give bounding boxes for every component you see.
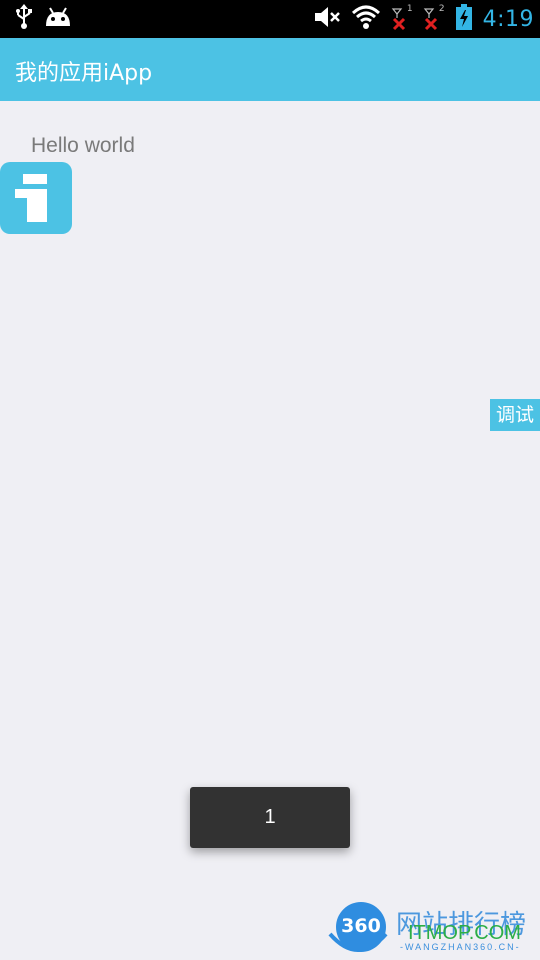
debug-button[interactable]: 调试 <box>490 399 540 431</box>
toast-message: 1 <box>190 787 350 848</box>
sim2-label: 2 <box>438 4 445 14</box>
sim2-no-signal-icon: 2 <box>423 4 445 33</box>
watermark-360-badge: 360 <box>336 902 386 952</box>
app-bar: 我的应用iApp <box>0 38 540 101</box>
status-notifications <box>14 4 72 34</box>
iapp-logo-icon <box>15 174 47 222</box>
hello-text: Hello world <box>31 134 135 157</box>
sim1-label: 1 <box>406 4 413 14</box>
mute-icon <box>313 5 341 33</box>
sim1-no-signal-icon: 1 <box>391 4 413 33</box>
status-bar: 1 2 4:19 <box>0 0 540 38</box>
android-icon <box>44 6 72 32</box>
watermark-url: -WANGZHAN360.CN- <box>400 942 521 952</box>
watermark-logo: 360 网站排行榜 ITMOP.COM -WANGZHAN360.CN- <box>328 900 540 960</box>
usb-icon <box>14 4 34 34</box>
status-clock: 4:19 <box>482 6 534 32</box>
battery-charging-icon <box>455 3 473 35</box>
wifi-icon <box>351 4 381 34</box>
app-screen: 1 2 4:19 我的应用iApp Hello world 调试 1 360 网… <box>0 0 540 960</box>
floating-iapp-button[interactable] <box>0 162 72 234</box>
app-title: 我的应用iApp <box>15 61 153 86</box>
status-system-icons: 1 2 4:19 <box>313 4 534 34</box>
